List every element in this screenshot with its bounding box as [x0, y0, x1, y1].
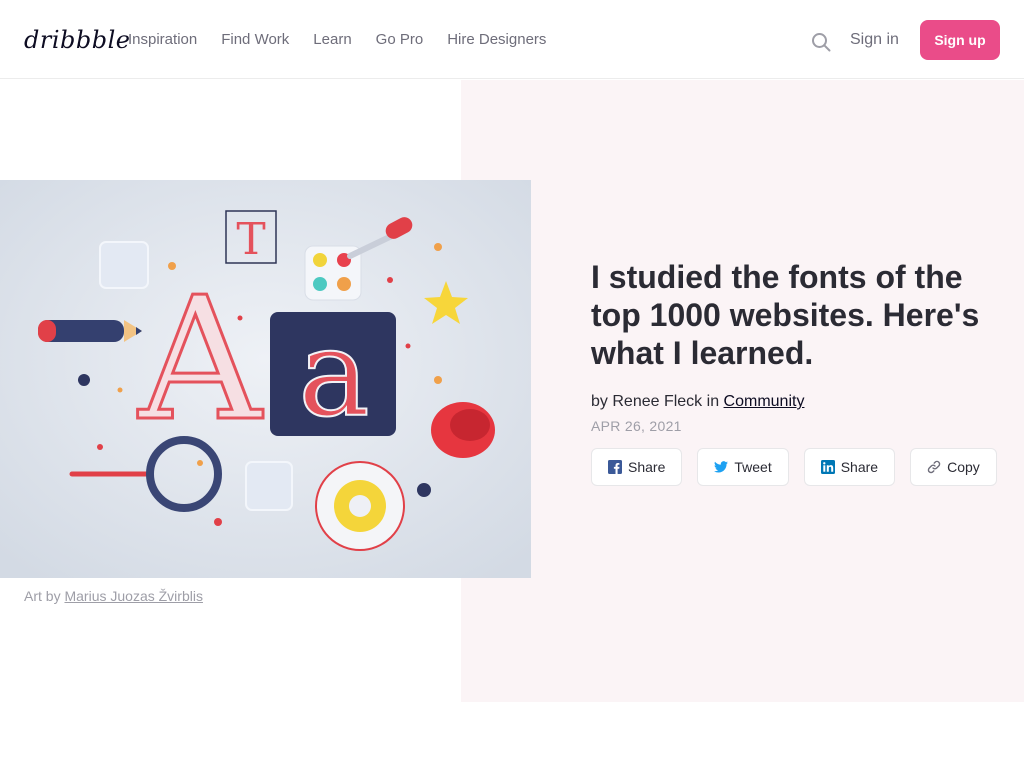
- twitter-icon: [714, 461, 729, 473]
- site-header: dribbble Inspiration Find Work Learn Go …: [0, 0, 1024, 79]
- article-title: I studied the fonts of the top 1000 webs…: [591, 259, 980, 371]
- author-name: Renee Fleck: [612, 393, 703, 410]
- typography-illustration: T A a: [0, 180, 531, 578]
- sign-up-button[interactable]: Sign up: [920, 20, 1000, 60]
- dribbble-logo[interactable]: dribbble: [24, 26, 130, 54]
- nav-item-inspiration[interactable]: Inspiration: [128, 31, 197, 49]
- svg-text:A: A: [138, 261, 264, 459]
- copy-link-button[interactable]: Copy: [910, 448, 997, 486]
- share-label: Share: [840, 459, 879, 475]
- art-credit-link[interactable]: Marius Juozas Žvirblis: [64, 588, 202, 604]
- main-nav: Inspiration Find Work Learn Go Pro Hire …: [128, 31, 546, 49]
- linkedin-share-button[interactable]: Share: [803, 448, 896, 486]
- linkedin-icon: [820, 460, 835, 474]
- share-buttons: Share Tweet Share Copy: [591, 448, 997, 486]
- twitter-share-button[interactable]: Tweet: [697, 448, 789, 486]
- share-label: Share: [628, 459, 666, 475]
- article-header-panel: [461, 80, 1024, 702]
- byline-in: in: [706, 393, 720, 410]
- sign-in-link[interactable]: Sign in: [850, 31, 899, 49]
- art-credit: Art by Marius Juozas Žvirblis: [24, 588, 203, 604]
- facebook-share-button[interactable]: Share: [591, 448, 683, 486]
- art-credit-prefix: Art by: [24, 588, 61, 604]
- facebook-icon: [608, 460, 622, 474]
- byline-by: by: [591, 393, 608, 410]
- nav-item-learn[interactable]: Learn: [313, 31, 351, 49]
- link-icon: [927, 460, 941, 474]
- category-link[interactable]: Community: [724, 393, 805, 410]
- nav-item-hire-designers[interactable]: Hire Designers: [447, 31, 546, 49]
- tweet-label: Tweet: [734, 459, 772, 475]
- hero-illustration: T A a: [0, 180, 531, 578]
- article-byline: by Renee Fleck in Community: [591, 393, 804, 411]
- search-icon[interactable]: [811, 32, 831, 52]
- article-date: APR 26, 2021: [591, 418, 682, 434]
- nav-item-go-pro[interactable]: Go Pro: [376, 31, 424, 49]
- nav-item-find-work[interactable]: Find Work: [221, 31, 289, 49]
- svg-text:a: a: [298, 305, 370, 444]
- svg-text:T: T: [236, 214, 265, 265]
- copy-label: Copy: [947, 459, 980, 475]
